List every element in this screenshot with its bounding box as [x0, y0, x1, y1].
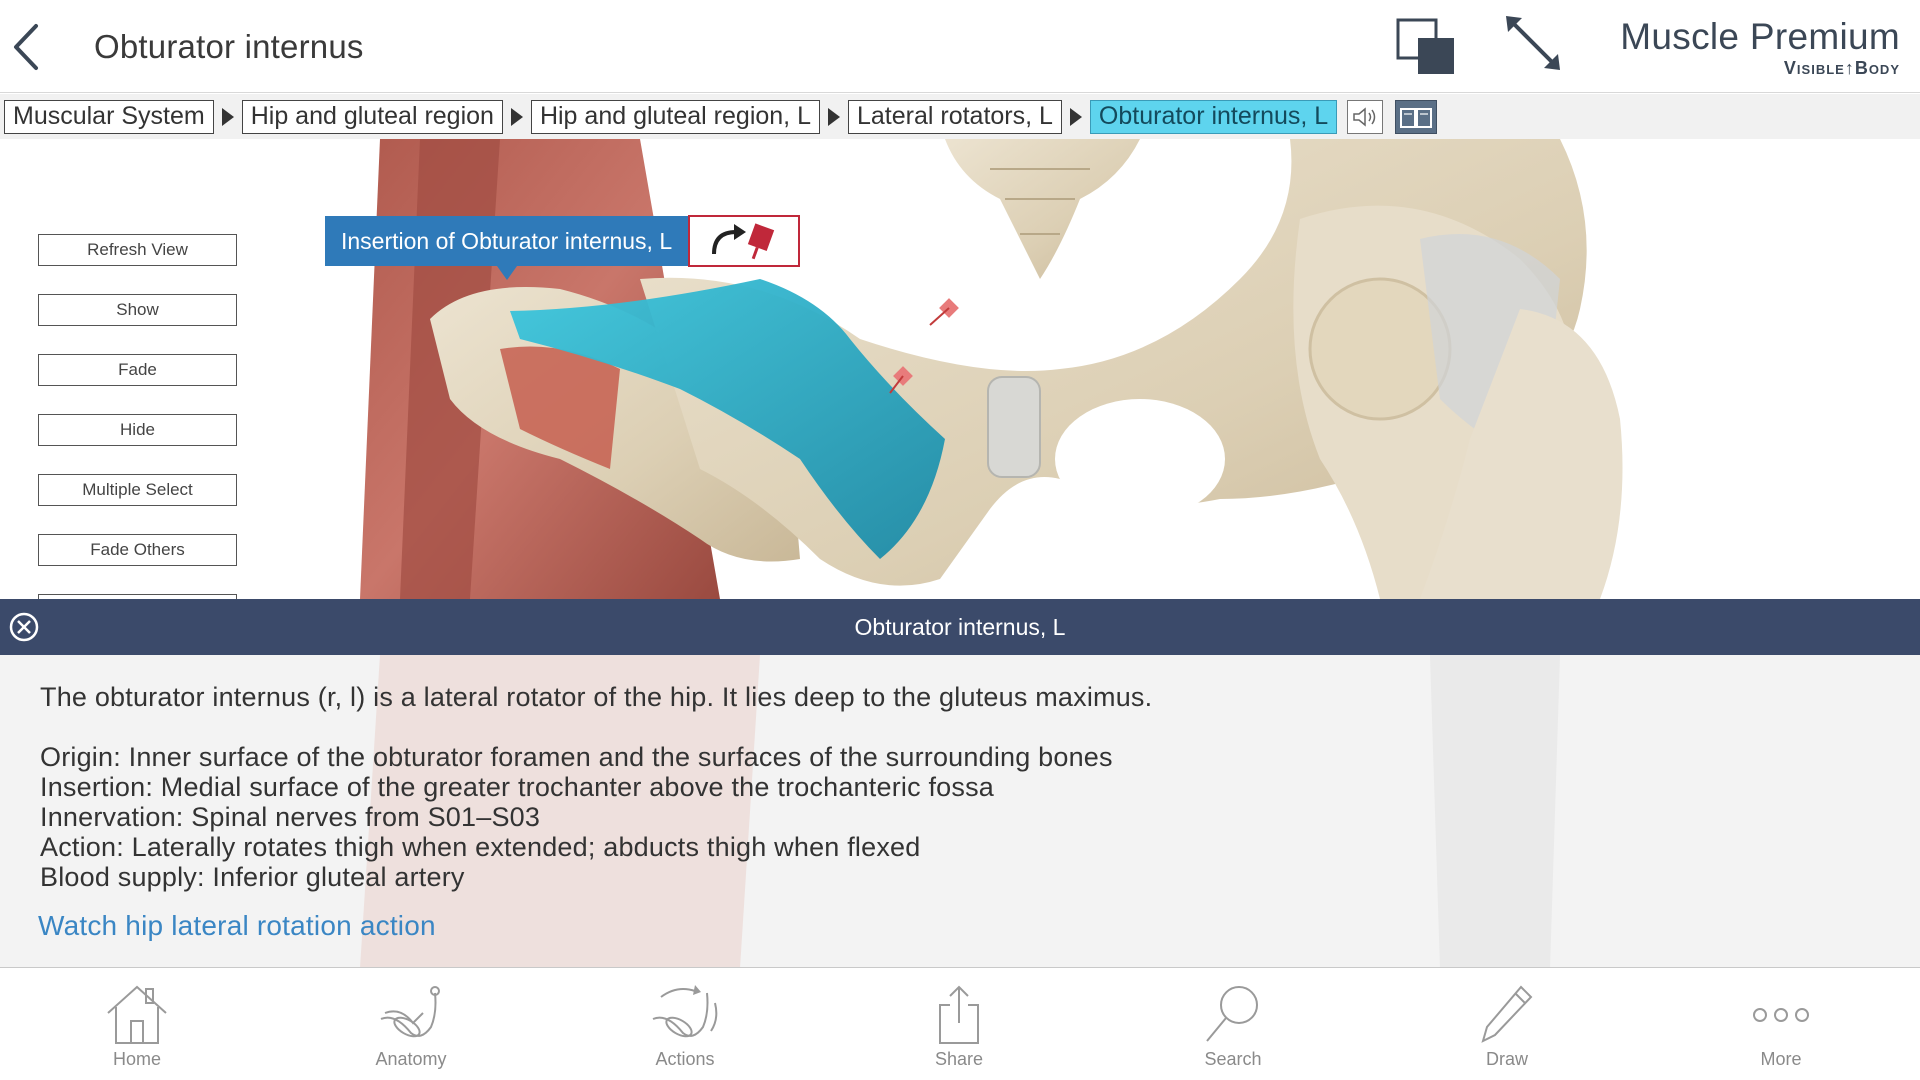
share-icon [939, 985, 979, 1044]
innervation-text: Innervation: Spinal nerves from S01–S03 [40, 802, 541, 832]
tab-anatomy[interactable]: Anatomy [274, 969, 548, 1080]
callout-pointer-icon [497, 266, 517, 280]
breadcrumb-hip-gluteal-region-l[interactable]: Hip and gluteal region, L [530, 99, 820, 134]
tab-draw-label: Draw [1485, 1049, 1528, 1069]
anatomy-model-image [360, 139, 1623, 599]
tab-actions-label: Actions [655, 1049, 715, 1069]
back-button[interactable] [8, 22, 48, 72]
breadcrumb-obturator-internus-l[interactable]: Obturator internus, L [1089, 99, 1338, 134]
chevron-left-icon [14, 24, 38, 70]
watch-action-link[interactable]: Watch hip lateral rotation action [38, 910, 436, 942]
info-panel-title: Obturator internus, L [854, 614, 1066, 640]
breadcrumb: Muscular System Hip and gluteal region H… [0, 94, 1920, 139]
tab-share-label: Share [934, 1049, 984, 1069]
breadcrumb-arrow-icon [221, 107, 234, 126]
book-icon [1400, 107, 1433, 128]
origin-text: Origin: Inner surface of the obturator f… [40, 742, 1113, 772]
more-icon [1753, 1008, 1809, 1022]
info-panel-body: The obturator internus (r, l) is a later… [0, 655, 1920, 968]
pin-action-icon [712, 223, 775, 260]
expand-icon [1506, 16, 1560, 70]
top-bar: Obturator internus Muscle Premium Visibl… [0, 0, 1920, 93]
home-icon [107, 985, 167, 1044]
refresh-view-button[interactable]: Refresh View [38, 234, 237, 266]
expand-button[interactable] [1502, 12, 1566, 76]
show-button[interactable]: Show [38, 294, 237, 326]
breadcrumb-arrow-icon [510, 107, 523, 126]
tab-more-label: More [1760, 1049, 1802, 1069]
breadcrumb-arrow-icon [1069, 107, 1082, 126]
layers-icon [1396, 18, 1454, 74]
brand-subtitle: Visible↑Body [1783, 58, 1900, 78]
tab-search[interactable]: Search [1096, 969, 1370, 1080]
hide-button[interactable]: Hide [38, 414, 237, 446]
callout-label[interactable]: Insertion of Obturator internus, L [325, 216, 689, 266]
view-toggle-button[interactable] [1396, 18, 1458, 78]
tab-more[interactable]: More [1644, 969, 1918, 1080]
breadcrumb-muscular-system[interactable]: Muscular System [4, 99, 214, 134]
anatomy-icon [380, 986, 440, 1038]
tab-anatomy-label: Anatomy [375, 1049, 447, 1069]
blood-supply-text: Blood supply: Inferior gluteal artery [40, 862, 465, 892]
go-to-insertion-button[interactable] [688, 215, 801, 267]
tab-home[interactable]: Home [0, 969, 274, 1080]
action-text: Action: Laterally rotates thigh when ext… [40, 832, 921, 862]
structure-callout: Insertion of Obturator internus, L [325, 215, 801, 280]
audio-button[interactable] [1347, 99, 1384, 134]
tab-actions[interactable]: Actions [548, 969, 822, 1080]
brand-name: Muscle Premium [1620, 16, 1900, 57]
view-controls: Refresh View Show Fade Hide Multiple Sel… [38, 234, 238, 599]
structure-facts: Origin: Inner surface of the obturator f… [40, 742, 1113, 892]
pencil-icon [1481, 985, 1533, 1043]
tab-search-label: Search [1204, 1049, 1262, 1069]
bottom-tab-bar: Home Anatomy Actions Share Search Draw M… [0, 969, 1920, 1080]
fade-others-button[interactable]: Fade Others [38, 534, 237, 566]
breadcrumb-lateral-rotators-l[interactable]: Lateral rotators, L [847, 99, 1062, 134]
breadcrumb-arrow-icon [827, 107, 840, 126]
structure-description: The obturator internus (r, l) is a later… [40, 682, 1153, 712]
insertion-text: Insertion: Medial surface of the greater… [40, 772, 995, 802]
anatomy-3d-viewport[interactable]: Refresh View Show Fade Hide Multiple Sel… [0, 139, 1920, 599]
reference-book-button[interactable] [1395, 99, 1438, 134]
search-icon [1206, 986, 1258, 1042]
info-panel-header: Obturator internus, L [0, 599, 1920, 655]
breadcrumb-hip-gluteal-region[interactable]: Hip and gluteal region [241, 99, 503, 134]
speaker-icon [1353, 106, 1376, 127]
fade-button[interactable]: Fade [38, 354, 237, 386]
tab-draw[interactable]: Draw [1370, 969, 1644, 1080]
tab-share[interactable]: Share [822, 969, 1096, 1080]
tab-home-label: Home [112, 1049, 161, 1069]
actions-icon [652, 985, 718, 1038]
multiple-select-button[interactable]: Multiple Select [38, 474, 237, 506]
page-title: Obturator internus [94, 28, 364, 65]
brand-logo: Muscle Premium Visible↑Body [1620, 16, 1900, 78]
